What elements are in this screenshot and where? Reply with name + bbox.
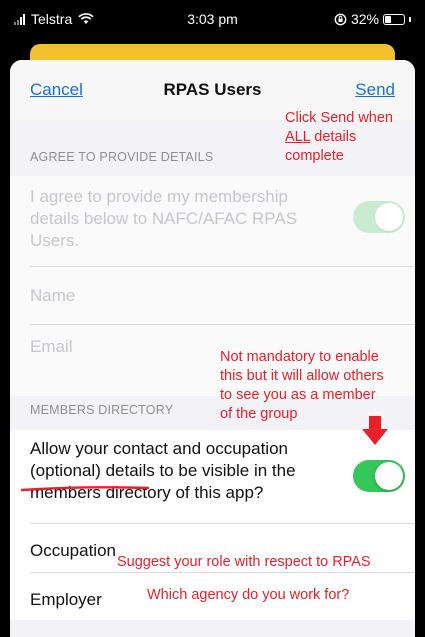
- directory-toggle[interactable]: [353, 460, 405, 492]
- annotation-emphasis: ALL: [285, 129, 311, 145]
- battery-cap: [409, 16, 411, 22]
- battery-group: 32%: [334, 11, 411, 27]
- divider: [30, 324, 415, 325]
- annotation-line: ALL details: [285, 128, 393, 147]
- email-field[interactable]: Email: [30, 336, 73, 358]
- allow-directory-text: Allow your contact and occupation (optio…: [30, 439, 296, 502]
- send-annotation: Click Send when ALL details complete: [285, 109, 393, 166]
- annotation-line: this but it will allow others: [220, 368, 384, 384]
- annotation-line: to see you as a member: [220, 387, 376, 403]
- directory-annotation: Not mandatory to enable this but it will…: [220, 348, 384, 424]
- annotation-line: Click Send when: [285, 110, 393, 126]
- page-title: RPAS Users: [163, 80, 262, 99]
- occupation-annotation: Suggest your role with respect to RPAS: [117, 554, 371, 570]
- send-button[interactable]: Send: [355, 80, 395, 100]
- directory-section-header: MEMBERS DIRECTORY: [30, 403, 174, 417]
- annotation-line: Not mandatory to enable: [220, 349, 379, 365]
- red-underline-mark: [20, 486, 150, 492]
- divider: [30, 523, 415, 524]
- toggle-knob: [375, 203, 403, 231]
- occupation-field[interactable]: Occupation: [30, 540, 116, 562]
- battery-percent: 32%: [350, 11, 379, 27]
- employer-annotation: Which agency do you work for?: [147, 587, 350, 603]
- battery-icon: [383, 13, 405, 25]
- status-bar: Telstra 3:03 pm 32%: [0, 0, 425, 36]
- agree-text: I agree to provide my membership details…: [30, 187, 298, 250]
- annotation-line: of the group: [220, 406, 298, 422]
- agree-toggle[interactable]: [353, 201, 405, 233]
- annotation-text: details: [310, 129, 357, 145]
- employer-field[interactable]: Employer: [30, 589, 102, 611]
- divider: [30, 266, 415, 267]
- name-field[interactable]: Name: [30, 285, 75, 307]
- red-arrow-down-icon: [362, 416, 388, 445]
- agree-section-header: AGREE TO PROVIDE DETAILS: [30, 150, 214, 164]
- toggle-knob: [375, 462, 403, 490]
- divider: [30, 572, 415, 573]
- annotation-line: complete: [285, 148, 344, 164]
- orientation-lock-icon: [334, 13, 347, 25]
